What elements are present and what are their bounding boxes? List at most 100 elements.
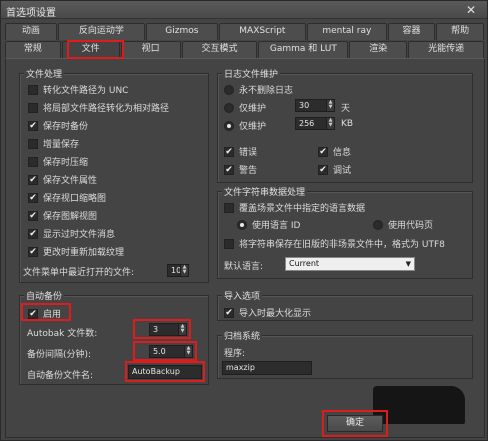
obscured-region: [373, 386, 465, 424]
option-save-schematic-view[interactable]: ✔ 保存图解视图: [28, 209, 97, 222]
radio-button[interactable]: [224, 102, 234, 113]
auto-backup-title: 自动备份: [24, 289, 65, 302]
spinner-arrows-icon[interactable]: ▲ ▼: [180, 265, 188, 276]
spinner-arrows-icon[interactable]: ▲ ▼: [326, 100, 334, 111]
ok-button[interactable]: 确定: [327, 415, 383, 432]
log-maintenance-title: 日志文件维护: [222, 67, 281, 80]
spinner-arrows-icon[interactable]: ▲ ▼: [184, 346, 192, 357]
option-label: 增量保存: [43, 140, 80, 150]
tab-gamma-lut[interactable]: Gamma 和 LUT: [258, 41, 349, 58]
tab-rendering[interactable]: 渲染: [349, 41, 408, 58]
string-data-title: 文件字符串数据处理: [222, 185, 308, 198]
tab-containers[interactable]: 容器: [387, 23, 436, 40]
auto-backup-enable[interactable]: ✔ 启用: [28, 307, 61, 320]
keep-days-spinner[interactable]: 30 ▲ ▼: [295, 99, 335, 112]
option-save-utf8[interactable]: 将字符串保存在旧版的非场景文件中，格式为 UTF8: [224, 237, 445, 250]
checkbox-checked[interactable]: ✔: [28, 120, 38, 131]
option-label: 保存文件属性: [43, 176, 98, 186]
option-save-file-properties[interactable]: ✔ 保存文件属性: [28, 173, 97, 186]
checkbox[interactable]: [28, 84, 38, 95]
option-obsolete-file-message[interactable]: ✔ 显示过时文件消息: [28, 227, 115, 240]
option-zoom-extents-on-import[interactable]: ✔ 导入时最大化显示: [224, 306, 311, 319]
checkbox[interactable]: [28, 102, 38, 113]
tab-files[interactable]: 文件: [61, 41, 120, 58]
spinner-arrows-icon[interactable]: ▲ ▼: [326, 118, 334, 129]
backup-count-spinner[interactable]: 3 ▲ ▼: [149, 323, 187, 336]
radio-button[interactable]: [373, 219, 383, 230]
option-label: 调试: [333, 166, 352, 176]
tab-radiosity[interactable]: 光能传递: [408, 41, 484, 58]
tab-viewports[interactable]: 视口: [120, 41, 181, 58]
spinner-arrows-icon[interactable]: ▲ ▼: [178, 324, 186, 335]
checkbox-checked[interactable]: ✔: [28, 192, 38, 203]
log-debug-option[interactable]: ✔ 调试: [318, 163, 351, 176]
tab-ik[interactable]: 反向运动学: [57, 23, 146, 40]
option-relative-paths[interactable]: 将局部文件路径转化为相对路径: [28, 101, 169, 114]
checkbox-checked[interactable]: ✔: [224, 307, 234, 318]
option-save-viewport-thumbnail[interactable]: ✔ 保存视口缩略图: [28, 191, 106, 204]
archive-program-label: 程序:: [224, 349, 246, 359]
option-label: 转化文件路径为 UNC: [43, 86, 129, 96]
close-button[interactable]: ✕: [463, 3, 479, 17]
checkbox-checked[interactable]: ✔: [28, 174, 38, 185]
tab-interaction-mode[interactable]: 交互模式: [181, 41, 258, 58]
option-override-language[interactable]: 覆盖场景文件中指定的语言数据: [224, 201, 365, 214]
checkbox[interactable]: [28, 138, 38, 149]
tab-mental-ray[interactable]: mental ray: [307, 23, 387, 40]
recent-files-spinner[interactable]: 10 ▲ ▼: [167, 264, 189, 277]
log-info-option[interactable]: ✔ 信息: [318, 145, 351, 158]
checkbox-checked[interactable]: ✔: [224, 146, 234, 157]
option-label: 警告: [239, 166, 258, 176]
log-error-option[interactable]: ✔ 错误: [224, 145, 257, 158]
checkbox-checked[interactable]: ✔: [318, 164, 328, 175]
radio-button-selected[interactable]: [224, 120, 234, 131]
option-compress-on-save[interactable]: 保存时压缩: [28, 155, 88, 168]
option-increment-save[interactable]: 增量保存: [28, 137, 79, 150]
option-label: 显示过时文件消息: [43, 230, 116, 240]
title-bar[interactable]: 首选项设置 ✕: [1, 1, 487, 19]
keep-kb-value: 256: [299, 119, 315, 128]
archive-program-input[interactable]: maxzip: [222, 361, 312, 375]
window-title: 首选项设置: [6, 8, 56, 19]
checkbox-checked[interactable]: ✔: [28, 228, 38, 239]
radio-never-delete-logs[interactable]: 永不删除日志: [224, 83, 293, 96]
radio-use-codepage[interactable]: 使用代码页: [373, 218, 433, 231]
backup-interval-spinner[interactable]: 5.0 ▲ ▼: [149, 345, 193, 358]
backup-filename-input[interactable]: AutoBackup: [128, 365, 202, 379]
radio-button[interactable]: [224, 84, 234, 95]
backup-filename-label: 自动备份文件名:: [27, 371, 94, 381]
tab-animation[interactable]: 动画: [5, 23, 57, 40]
radio-use-language-id[interactable]: 使用语言 ID: [237, 218, 300, 231]
checkbox[interactable]: [224, 238, 234, 249]
days-unit: 天: [341, 104, 351, 114]
radio-label: 仅维护: [239, 104, 267, 114]
tab-help[interactable]: 帮助: [436, 23, 484, 40]
checkbox-checked[interactable]: ✔: [28, 246, 38, 257]
radio-label: 使用代码页: [388, 221, 434, 231]
default-language-dropdown[interactable]: Current ▼: [285, 257, 415, 271]
radio-button-selected[interactable]: [237, 219, 247, 230]
tab-maxscript[interactable]: MAXScript: [218, 23, 307, 40]
checkbox-checked[interactable]: ✔: [28, 308, 38, 319]
checkbox[interactable]: [224, 202, 234, 213]
log-warning-option[interactable]: ✔ 警告: [224, 163, 257, 176]
radio-label: 仅维护: [239, 122, 267, 132]
kb-unit: KB: [341, 119, 354, 129]
checkbox[interactable]: [28, 156, 38, 167]
keep-kb-spinner[interactable]: 256 ▲ ▼: [295, 117, 335, 130]
checkbox-checked[interactable]: ✔: [28, 210, 38, 221]
option-label: 保存时压缩: [43, 158, 89, 168]
radio-keep-kb[interactable]: 仅维护: [224, 119, 266, 132]
checkbox-checked[interactable]: ✔: [318, 146, 328, 157]
tab-gizmos[interactable]: Gizmos: [146, 23, 218, 40]
checkbox-checked[interactable]: ✔: [224, 164, 234, 175]
radio-keep-days[interactable]: 仅维护: [224, 101, 266, 114]
option-label: 导入时最大化显示: [239, 309, 312, 319]
option-convert-unc[interactable]: 转化文件路径为 UNC: [28, 83, 128, 96]
option-reload-textures[interactable]: ✔ 更改时重新加载纹理: [28, 245, 124, 258]
tab-row-1: 动画 反向运动学 Gizmos MAXScript mental ray 容器 …: [5, 23, 485, 40]
option-backup-on-save[interactable]: ✔ 保存时备份: [28, 119, 88, 132]
option-label: 将局部文件路径转化为相对路径: [43, 104, 170, 114]
backup-count-value: 3: [153, 325, 159, 334]
tab-general[interactable]: 常规: [5, 41, 61, 58]
